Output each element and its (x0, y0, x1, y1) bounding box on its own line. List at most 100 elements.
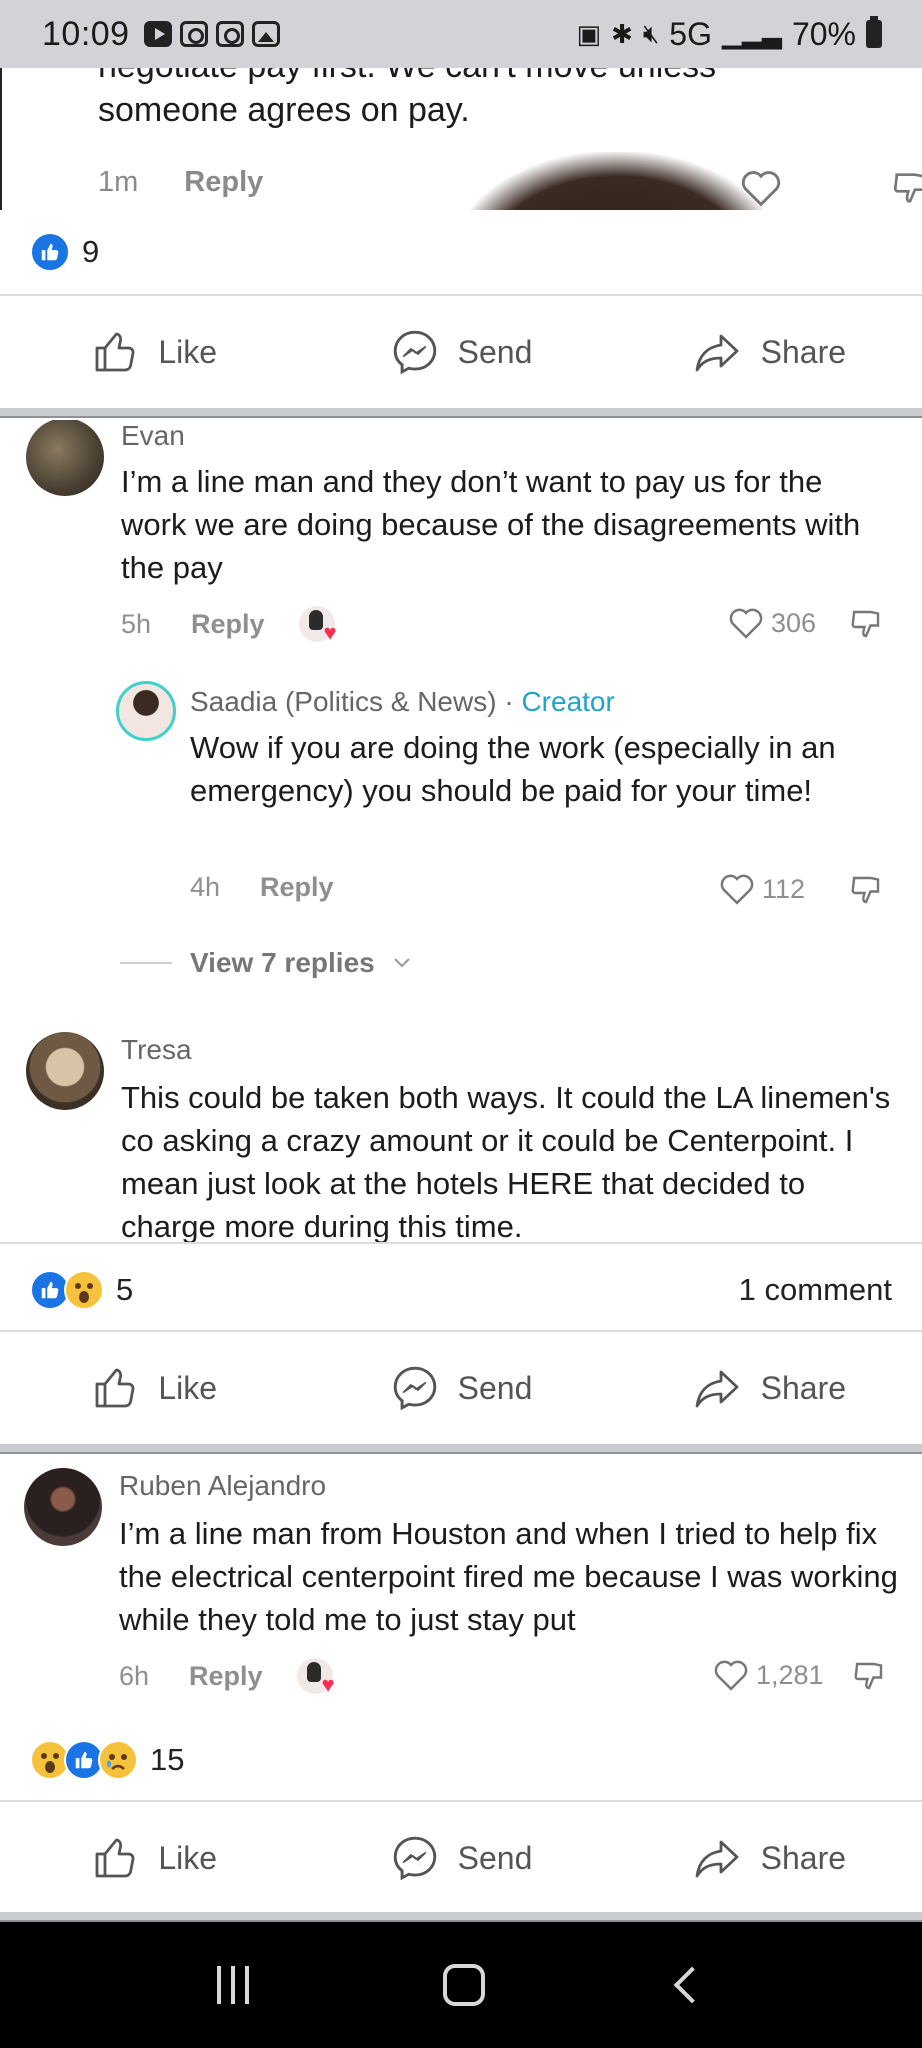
comment-meta: 1m Reply (98, 166, 263, 199)
like-label: Like (158, 1369, 218, 1406)
video-person-head (452, 152, 782, 210)
dislike-icon[interactable] (851, 1658, 887, 1694)
creator-liked-icon (296, 1658, 335, 1698)
messenger-icon (393, 1836, 436, 1881)
reaction-count: 15 (150, 1742, 185, 1777)
like-reaction-icon (30, 232, 70, 272)
reaction-count: 5 (116, 1272, 134, 1307)
share-label: Share (760, 1839, 847, 1876)
reaction-count: 9 (82, 234, 100, 269)
reply-button[interactable]: Reply (184, 166, 263, 199)
name-separator: · (496, 686, 522, 717)
commenter-name[interactable]: Tresa (121, 1034, 192, 1066)
like-button[interactable]: Like (0, 328, 307, 376)
instagram-icon (179, 21, 208, 47)
dislike-icon[interactable] (848, 872, 884, 908)
post-actions: Like Send Share (0, 1802, 922, 1914)
system-icons: ▣ ✱ 🔇︎ 5G ▁▂▃ 70% (576, 15, 882, 53)
heart-icon (720, 874, 754, 905)
home-button[interactable] (443, 1964, 485, 2006)
comment-likes[interactable]: 1,281 (712, 1658, 824, 1692)
view-replies-label: View 7 replies (190, 947, 375, 978)
like-label: Like (158, 1839, 218, 1876)
comment-likes[interactable]: 306 (727, 606, 816, 640)
share-label: Share (760, 1369, 847, 1406)
post-separator (0, 1444, 922, 1454)
post-actions: Like Send Share (0, 1332, 922, 1444)
signal-icon: ▁▂▃ (721, 18, 782, 49)
share-button[interactable]: Share (615, 1834, 922, 1882)
comment-likes[interactable]: 112 (718, 872, 805, 906)
comment-text: negotiate pay first. We can't move unles… (98, 68, 858, 132)
share-label: Share (760, 333, 847, 370)
avatar[interactable] (116, 681, 176, 741)
dislike-icon[interactable] (890, 168, 922, 208)
comment-text: I’m a line man from Houston and when I t… (119, 1516, 898, 1637)
embedded-comments-card[interactable]: Evan I’m a line man and they don’t want … (0, 420, 922, 1242)
recents-button[interactable] (217, 1966, 249, 2004)
comment-time: 5h (121, 608, 152, 639)
dislike-icon[interactable] (848, 606, 884, 642)
like-label: Like (158, 333, 218, 370)
send-button[interactable]: Send (307, 327, 614, 377)
heart-icon (729, 608, 763, 639)
lock-icon: ▣ (576, 18, 602, 49)
send-label: Send (457, 333, 533, 370)
heart-icon (714, 1660, 748, 1691)
status-bar: 10:09 ▣ ✱ 🔇︎ 5G ▁▂▃ 70% (0, 0, 922, 68)
divider (0, 1242, 922, 1244)
commenter-name[interactable]: Saadia (Politics & News) · Creator (190, 686, 615, 718)
reaction-summary[interactable]: 15 (0, 1718, 922, 1802)
back-button[interactable] (673, 1966, 711, 2004)
heart-icon[interactable] (739, 168, 783, 208)
reaction-summary[interactable]: 9 (0, 210, 922, 294)
creator-liked-icon (298, 606, 337, 646)
commenter-name[interactable]: Evan (121, 420, 185, 452)
thread-line (120, 962, 172, 964)
comment-meta: 4h Reply (190, 872, 334, 903)
status-time: 10:09 (42, 14, 130, 53)
reply-button[interactable]: Reply (189, 1661, 263, 1692)
share-button[interactable]: Share (615, 328, 922, 376)
share-button[interactable]: Share (615, 1364, 922, 1412)
post-separator (0, 1912, 922, 1922)
embedded-comments-card[interactable]: Ruben Alejandro I’m a line man from Hous… (0, 1456, 922, 1708)
reaction-icons (30, 232, 70, 272)
avatar[interactable] (24, 1468, 102, 1546)
network-label: 5G (669, 15, 712, 52)
like-count: 306 (771, 607, 817, 638)
like-button[interactable]: Like (0, 1364, 307, 1412)
notification-icons (143, 21, 280, 47)
share-icon (695, 1840, 739, 1878)
system-nav-bar (0, 1922, 922, 2048)
wow-reaction-icon (64, 1270, 104, 1310)
gallery-icon (251, 21, 280, 47)
avatar[interactable] (26, 420, 104, 496)
like-count: 112 (762, 873, 806, 904)
send-button[interactable]: Send (307, 1363, 614, 1413)
reaction-summary[interactable]: 5 1 comment (0, 1248, 922, 1332)
send-label: Send (457, 1839, 533, 1876)
view-replies-button[interactable]: View 7 replies (120, 947, 411, 979)
comment-meta: 6h Reply (119, 1658, 335, 1698)
instagram-icon (215, 21, 244, 47)
reply-button[interactable]: Reply (260, 872, 334, 903)
comment-count[interactable]: 1 comment (739, 1272, 892, 1308)
avatar[interactable] (26, 1032, 104, 1110)
battery-icon (866, 16, 882, 48)
reply-button[interactable]: Reply (191, 609, 265, 640)
battery-label: 70% (791, 15, 856, 52)
like-button[interactable]: Like (0, 1834, 307, 1882)
like-icon (95, 1368, 135, 1408)
youtube-icon (143, 21, 172, 47)
send-button[interactable]: Send (307, 1833, 614, 1883)
like-icon (95, 332, 135, 372)
comment-text: Wow if you are doing the work (especiall… (190, 730, 836, 808)
comment-time: 4h (190, 872, 221, 902)
embedded-video-comment[interactable]: negotiate pay first. We can't move unles… (0, 68, 922, 210)
creator-badge: Creator (521, 686, 615, 717)
messenger-icon (393, 330, 436, 375)
comment-text-line: someone agrees on pay. (98, 91, 470, 129)
comment-text-line: negotiate pay first. We can't move unles… (98, 68, 858, 88)
commenter-name[interactable]: Ruben Alejandro (119, 1470, 326, 1502)
